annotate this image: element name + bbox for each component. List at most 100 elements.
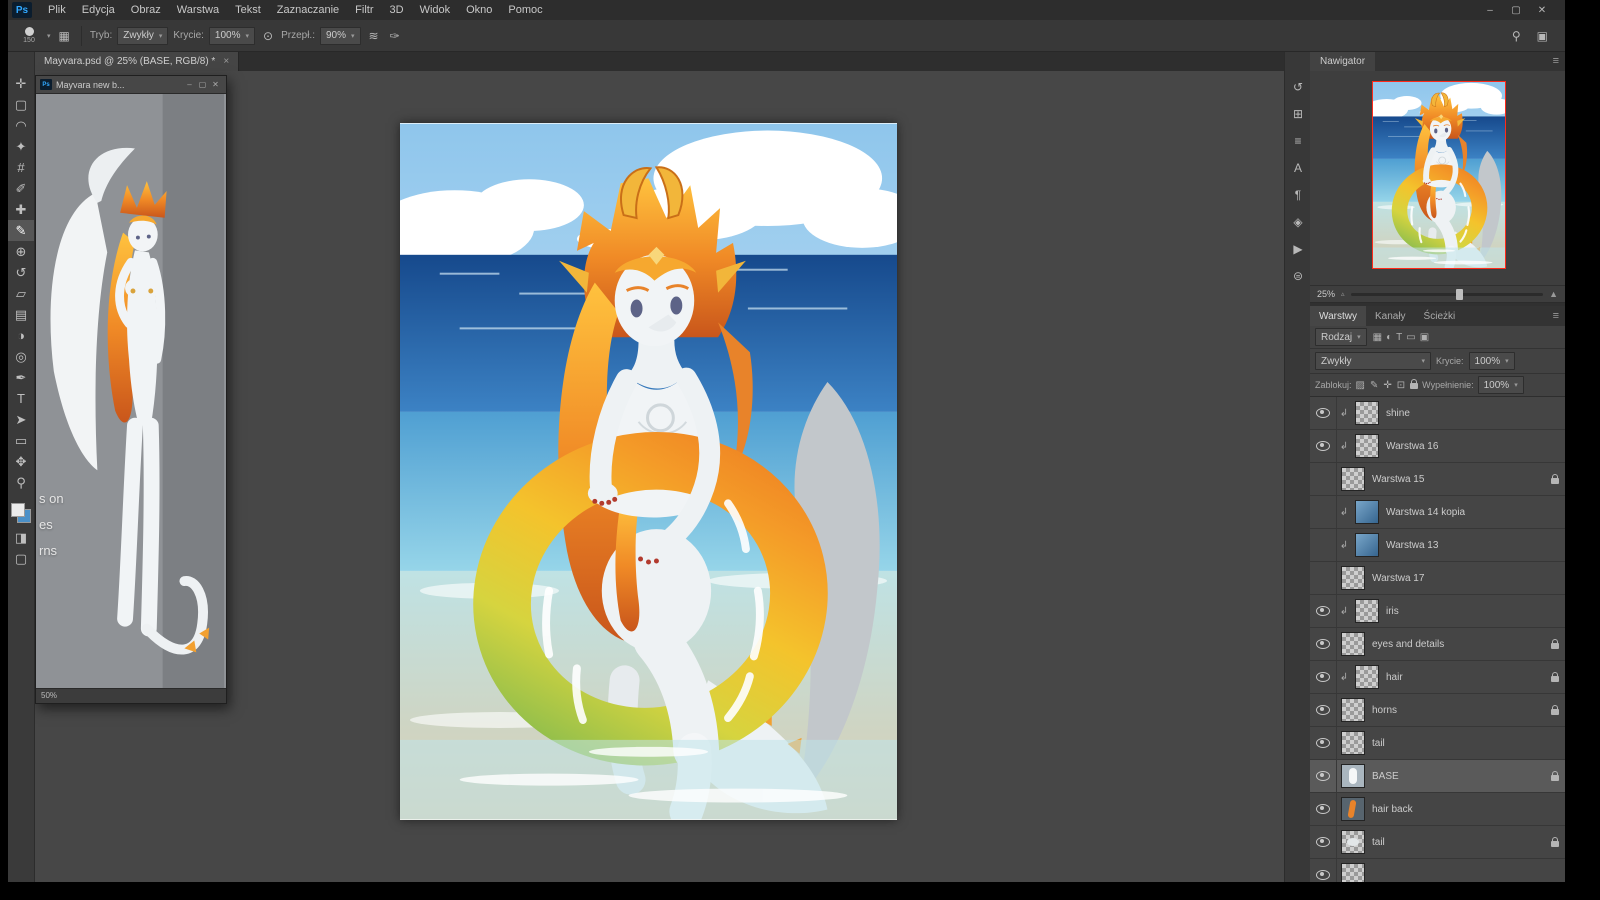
eraser-tool[interactable]: ▱ [8,283,34,304]
menu-item-obraz[interactable]: Obraz [123,4,169,16]
visibility-toggle[interactable] [1310,628,1337,660]
move-tool[interactable]: ✛ [8,73,34,94]
layer-thumbnail[interactable] [1355,599,1379,623]
zoom-out-icon[interactable]: ▵ [1341,290,1345,298]
menu-item-3d[interactable]: 3D [382,4,412,16]
zoom-in-icon[interactable]: ▲ [1549,289,1558,299]
lock-artboard-icon[interactable]: ⊡ [1397,380,1405,391]
filter-kind-select[interactable]: Rodzaj▾ [1315,328,1367,346]
filter-type-icon[interactable]: T [1396,332,1402,343]
visibility-toggle[interactable] [1310,430,1337,462]
tab-cie-ki[interactable]: Ścieżki [1415,306,1465,326]
layer-row[interactable]: eyes and details [1310,628,1565,661]
layer-thumbnail[interactable] [1355,434,1379,458]
dodge-tool[interactable]: ◎ [8,346,34,367]
menu-item-plik[interactable]: Plik [40,4,74,16]
menu-item-pomoc[interactable]: Pomoc [500,4,550,16]
visibility-toggle[interactable] [1310,826,1337,858]
panel-menu-icon[interactable]: ≡ [1547,55,1565,67]
tool-preset-picker[interactable]: 150 [16,27,42,44]
layer-thumbnail[interactable] [1341,632,1365,656]
panel-notes-icon[interactable]: ⊜ [1285,262,1311,289]
layer-row[interactable]: ↲iris [1310,595,1565,628]
visibility-toggle[interactable] [1310,562,1337,594]
zoom-tool[interactable]: ⚲ [8,472,34,493]
layer-thumbnail[interactable] [1341,698,1365,722]
navigator-zoom-slider[interactable] [1351,293,1544,296]
pen-tool[interactable]: ✒ [8,367,34,388]
menu-item-edycja[interactable]: Edycja [74,4,123,16]
layer-fill-select[interactable]: 100%▾ [1478,376,1524,394]
gradient-tool[interactable]: ▤ [8,304,34,325]
layer-row[interactable]: BASE [1310,760,1565,793]
visibility-toggle[interactable] [1310,529,1337,561]
menu-item-warstwa[interactable]: Warstwa [169,4,227,16]
layer-opacity-select[interactable]: 100%▾ [1469,352,1515,370]
visibility-toggle[interactable] [1310,793,1337,825]
layer-row[interactable]: ↲Warstwa 14 kopia [1310,496,1565,529]
floating-window-titlebar[interactable]: Ps Mayvara new b... –▢✕ [36,76,226,94]
close-icon[interactable]: × [223,56,229,67]
flow-select[interactable]: 90%▾ [320,27,361,45]
hand-tool[interactable]: ✥ [8,451,34,472]
healing-brush-tool[interactable]: ✚ [8,199,34,220]
navigator-thumbnail[interactable] [1372,81,1506,269]
layer-row[interactable]: Warstwa 17 [1310,562,1565,595]
panel-history-icon[interactable]: ↺ [1285,73,1311,100]
filter-shape-icon[interactable]: ▭ [1406,332,1415,343]
layer-row[interactable]: ↲hair [1310,661,1565,694]
tab-navigator[interactable]: Nawigator [1310,51,1375,71]
layer-thumbnail[interactable] [1341,863,1365,882]
float-minimize-button[interactable]: – [183,80,196,89]
panel-paragraph-icon[interactable]: ¶ [1285,181,1311,208]
visibility-toggle[interactable] [1310,463,1337,495]
visibility-toggle[interactable] [1310,727,1337,759]
filter-adjustment-icon[interactable]: ◐ [1386,332,1392,343]
floating-document-window[interactable]: Ps Mayvara new b... –▢✕ s onesrns 50% [35,75,227,704]
float-close-button[interactable]: ✕ [209,80,222,89]
layer-row[interactable]: tail [1310,826,1565,859]
search-icon[interactable]: ⚲ [1509,29,1524,43]
document-canvas[interactable] [400,123,897,820]
close-button[interactable]: ✕ [1529,5,1555,16]
eyedropper-tool[interactable]: ✐ [8,178,34,199]
pressure-size-icon[interactable]: ✑ [387,29,403,43]
visibility-toggle[interactable] [1310,397,1337,429]
visibility-toggle[interactable] [1310,595,1337,627]
layer-thumbnail[interactable] [1341,830,1365,854]
menu-item-tekst[interactable]: Tekst [227,4,269,16]
layer-thumbnail[interactable] [1341,566,1365,590]
filter-smart-object-icon[interactable]: ▣ [1420,332,1429,343]
color-swatches[interactable] [11,503,31,523]
quick-mask-icon[interactable]: ◨ [8,527,34,548]
marquee-tool[interactable]: ▢ [8,94,34,115]
screen-mode-icon[interactable]: ▢ [8,548,34,569]
chevron-down-icon[interactable]: ▾ [47,32,51,40]
blur-tool[interactable]: ◑ [8,325,34,346]
visibility-toggle[interactable] [1310,661,1337,693]
visibility-toggle[interactable] [1310,859,1337,882]
panel-menu-icon[interactable]: ≡ [1547,310,1565,322]
visibility-toggle[interactable] [1310,694,1337,726]
layer-row[interactable]: ↲shine [1310,397,1565,430]
layer-row[interactable] [1310,859,1565,882]
workspace-icon[interactable]: ▣ [1534,29,1551,43]
lasso-tool[interactable]: ◠ [8,115,34,136]
blend-mode-select[interactable]: Zwykły▾ [117,27,168,45]
brush-tool[interactable]: ✎ [8,220,34,241]
panel-libraries-icon[interactable]: ◈ [1285,208,1311,235]
layer-row[interactable]: ↲Warstwa 13 [1310,529,1565,562]
path-selection-tool[interactable]: ➤ [8,409,34,430]
panel-character-icon[interactable]: A [1285,154,1311,181]
lock-position-icon[interactable]: ✛ [1383,380,1391,391]
layer-thumbnail[interactable] [1355,401,1379,425]
slider-thumb[interactable] [1456,289,1463,300]
menu-item-widok[interactable]: Widok [412,4,459,16]
layer-thumbnail[interactable] [1341,731,1365,755]
menu-item-filtr[interactable]: Filtr [347,4,381,16]
brush-settings-toggle-icon[interactable]: ▦ [56,29,73,43]
menu-item-okno[interactable]: Okno [458,4,500,16]
tab-kana-y[interactable]: Kanały [1366,306,1415,326]
layer-thumbnail[interactable] [1341,467,1365,491]
crop-tool[interactable]: # [8,157,34,178]
